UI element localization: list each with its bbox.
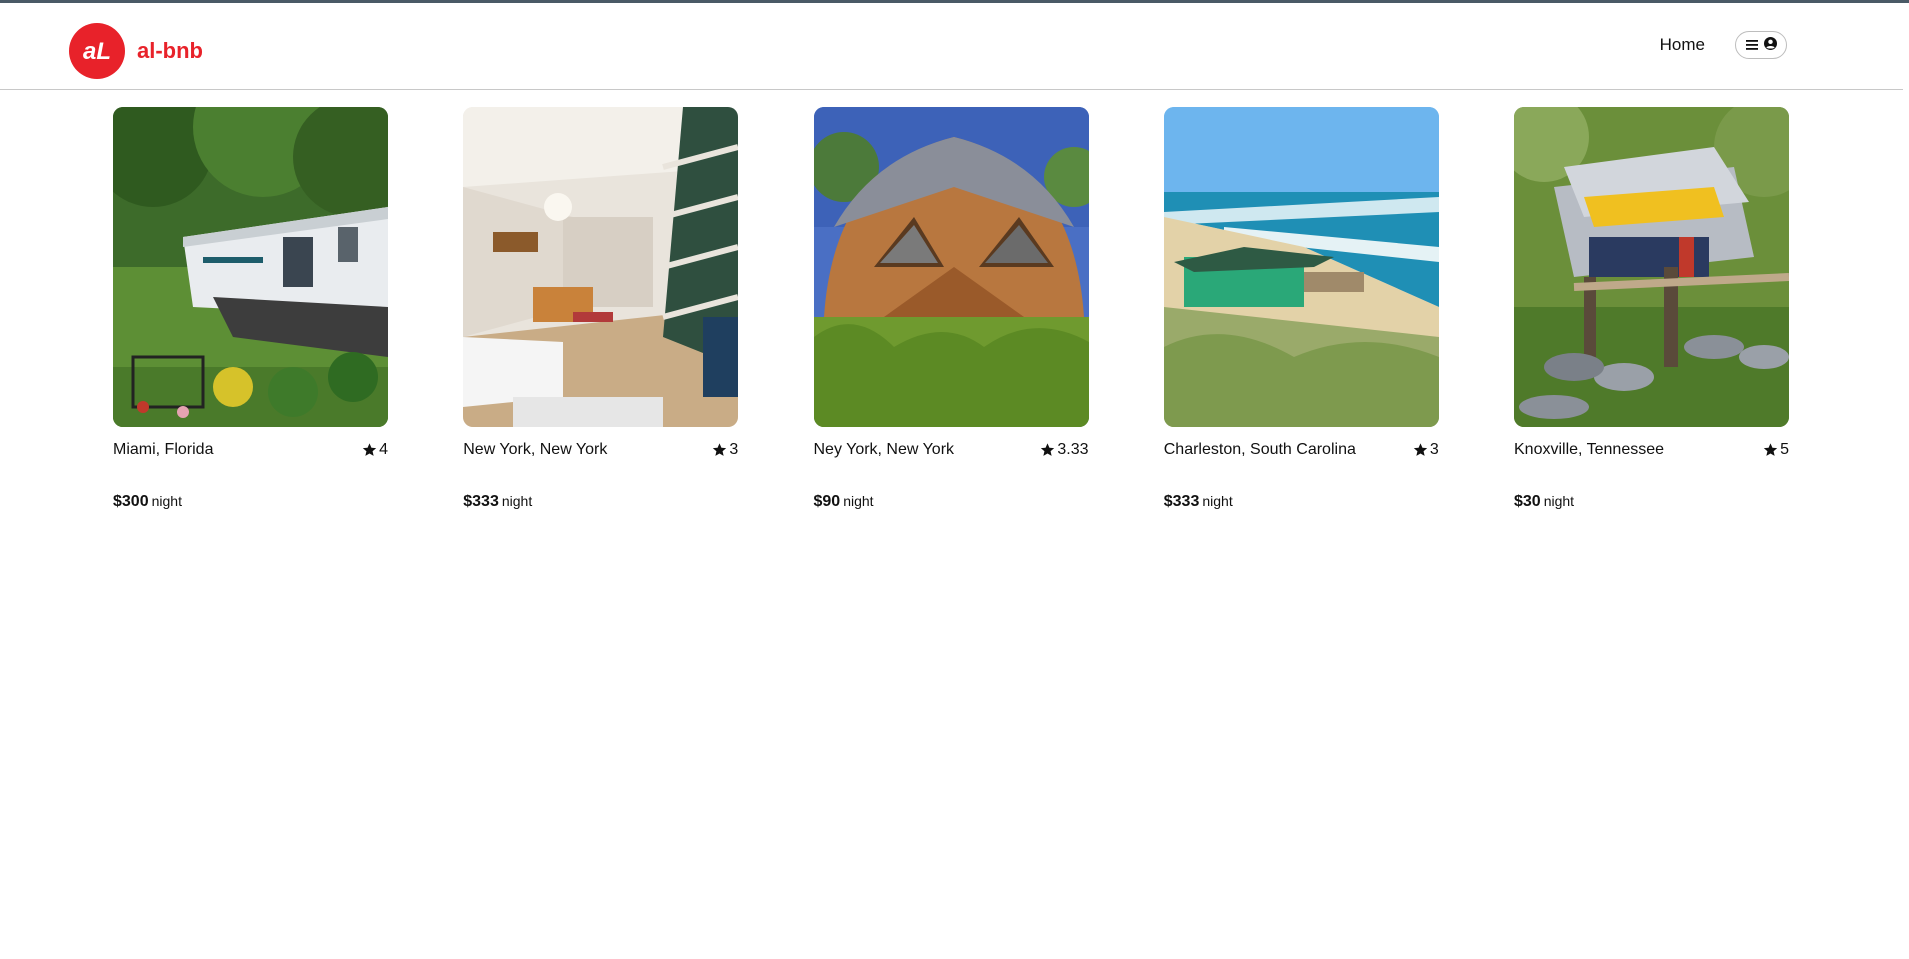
- listing-photo[interactable]: [1163, 107, 1439, 427]
- logo: aL: [69, 23, 125, 79]
- price-unit: night: [501, 493, 533, 509]
- listing-rating: 4: [361, 441, 388, 459]
- rating-value: 3: [729, 441, 739, 458]
- listing-price: $90: [813, 493, 841, 510]
- listing-price-row: $333 night: [1164, 493, 1439, 511]
- listing-location: Ney York, New York: [813, 441, 955, 458]
- star-icon: [1413, 443, 1428, 456]
- hamburger-icon: [1745, 38, 1758, 53]
- listing-info: Miami, Florida 4: [113, 441, 388, 459]
- brand-home-link[interactable]: aL al-bnb: [69, 23, 203, 79]
- star-icon: [1763, 443, 1778, 456]
- listing-photo[interactable]: [113, 107, 388, 427]
- price-unit: night: [151, 493, 182, 509]
- listing-location: Knoxville, Tennessee: [1514, 441, 1665, 458]
- star-icon: [1041, 443, 1055, 456]
- listing-price-row: $333 night: [463, 493, 738, 511]
- listing-location: New York, New York: [463, 441, 608, 458]
- listing-rating: 3: [711, 441, 738, 459]
- listing-card[interactable]: Ney York, New York 3.33 $90 night: [813, 107, 1089, 511]
- star-icon: [362, 443, 377, 456]
- brand-name: al-bnb: [137, 38, 203, 63]
- listing-rating: 3.33: [1039, 441, 1089, 459]
- rating-value: 3: [1429, 441, 1439, 458]
- listing-rating: 3: [1412, 441, 1439, 459]
- listing-price-row: $30 night: [1514, 493, 1789, 511]
- rating-value: 3.33: [1057, 441, 1089, 458]
- home-link[interactable]: Home: [1660, 35, 1705, 55]
- listings-grid: Miami, Florida 4 $300 night New York, Ne…: [113, 107, 1789, 511]
- listing-info: Knoxville, Tennessee 5: [1514, 441, 1789, 459]
- nav-right: Home: [1660, 31, 1787, 59]
- listing-info: Charleston, South Carolina 3: [1164, 441, 1439, 459]
- user-circle-icon: [1763, 37, 1777, 53]
- listing-price-row: $300 night: [113, 493, 388, 511]
- listing-price: $333: [463, 493, 499, 510]
- rating-value: 5: [1780, 441, 1789, 458]
- listing-rating: 5: [1762, 441, 1789, 459]
- logo-text: aL: [83, 38, 111, 65]
- listing-card[interactable]: Miami, Florida 4 $300 night: [113, 107, 388, 511]
- listing-photo[interactable]: [813, 107, 1089, 427]
- listing-card[interactable]: Knoxville, Tennessee 5 $30 night: [1514, 107, 1789, 511]
- listing-price: $300: [113, 493, 149, 510]
- listing-price: $30: [1514, 493, 1541, 510]
- listing-price-row: $90 night: [814, 493, 1089, 511]
- listing-card[interactable]: New York, New York 3 $333 night: [463, 107, 739, 511]
- profile-menu-button[interactable]: [1735, 31, 1787, 59]
- listing-location: Miami, Florida: [113, 441, 214, 458]
- price-unit: night: [843, 493, 874, 509]
- listing-photo[interactable]: [463, 107, 739, 427]
- price-unit: night: [1202, 493, 1233, 509]
- price-unit: night: [1543, 493, 1575, 509]
- listing-photo[interactable]: [1514, 107, 1789, 427]
- navbar: aL al-bnb Home: [0, 3, 1903, 90]
- listing-info: New York, New York 3: [463, 441, 738, 459]
- listing-card[interactable]: Charleston, South Carolina 3 $333 night: [1163, 107, 1439, 511]
- listing-info: Ney York, New York 3.33: [814, 441, 1089, 459]
- listing-location: Charleston, South Carolina: [1163, 441, 1356, 458]
- rating-value: 4: [379, 441, 388, 458]
- star-icon: [713, 443, 727, 456]
- listing-price: $333: [1163, 493, 1200, 510]
